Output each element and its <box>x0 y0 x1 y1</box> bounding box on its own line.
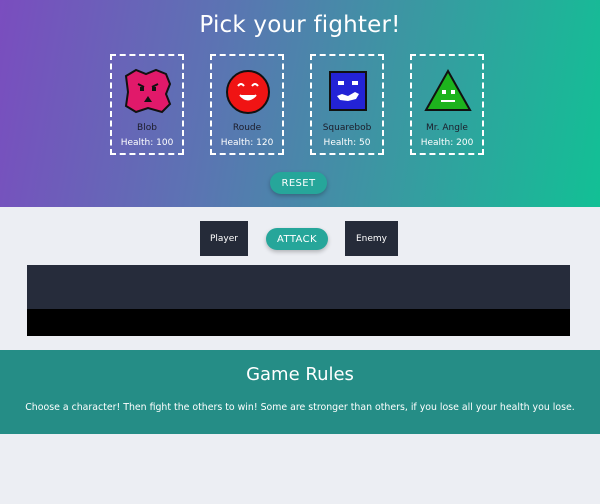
attack-button[interactable]: ATTACK <box>266 228 328 250</box>
page-title: Pick your fighter! <box>199 12 401 38</box>
fighter-card-roude[interactable]: Roude Health: 120 <box>210 54 284 155</box>
game-rules-section: Game Rules Choose a character! Then figh… <box>0 350 600 434</box>
enemy-slot: Enemy <box>345 221 398 256</box>
fighter-card-squarebob[interactable]: Squarebob Health: 50 <box>310 54 384 155</box>
fighter-name: Roude <box>232 123 262 133</box>
fighter-name: Blob <box>137 123 157 133</box>
fighter-health: Health: 120 <box>220 138 274 148</box>
fighter-health: Health: 100 <box>120 138 174 148</box>
fighter-name: Mr. Angle <box>426 123 468 133</box>
fighter-card-mr-angle[interactable]: Mr. Angle Health: 200 <box>410 54 484 155</box>
rules-heading: Game Rules <box>246 364 354 385</box>
red-circle-face-icon <box>226 70 270 114</box>
rules-description: Choose a character! Then fight the other… <box>25 402 575 413</box>
fighter-card-blob[interactable]: Blob Health: 100 <box>110 54 184 155</box>
fighter-health: Health: 200 <box>420 138 474 148</box>
green-triangle-face-icon <box>424 68 472 111</box>
battle-log-panel <box>27 265 570 309</box>
reset-button[interactable]: RESET <box>270 172 327 194</box>
fighter-select-panel: Pick your fighter! Blob Health: 100 Roud… <box>0 0 600 207</box>
blob-monster-icon <box>124 68 172 114</box>
blue-square-face-icon <box>329 71 367 111</box>
fighter-health: Health: 50 <box>323 138 371 148</box>
battle-message-bar <box>27 309 570 336</box>
fighter-name: Squarebob <box>322 123 372 133</box>
player-slot: Player <box>200 221 248 256</box>
